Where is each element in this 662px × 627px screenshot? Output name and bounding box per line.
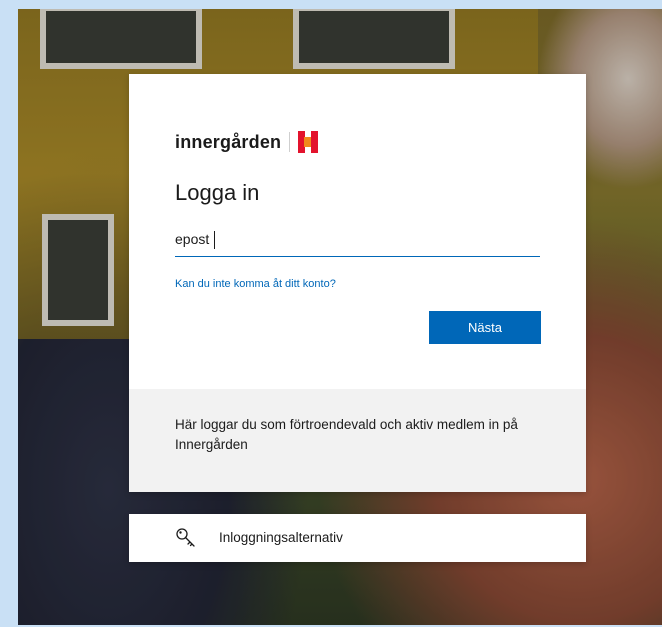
signin-card: innergården Logga in Kan du inte komma å… <box>129 74 586 492</box>
email-field[interactable] <box>175 226 540 252</box>
brand-divider <box>289 132 291 152</box>
info-text: Här loggar du som förtroendevald och akt… <box>175 417 518 452</box>
cant-access-account-link[interactable]: Kan du inte komma åt ditt konto? <box>175 278 336 290</box>
brand-name: innergården <box>175 131 282 152</box>
next-button[interactable]: Nästa <box>429 311 541 344</box>
info-box: Här loggar du som förtroendevald och akt… <box>129 389 586 492</box>
key-icon <box>176 528 195 547</box>
signin-options-button[interactable]: Inloggningsalternativ <box>129 514 586 562</box>
brand: innergården <box>175 131 319 153</box>
signin-options-label: Inloggningsalternativ <box>219 530 343 545</box>
brand-logo-icon <box>298 131 319 153</box>
text-caret <box>214 231 215 249</box>
page-title: Logga in <box>175 180 260 205</box>
email-field-wrapper <box>175 226 540 257</box>
